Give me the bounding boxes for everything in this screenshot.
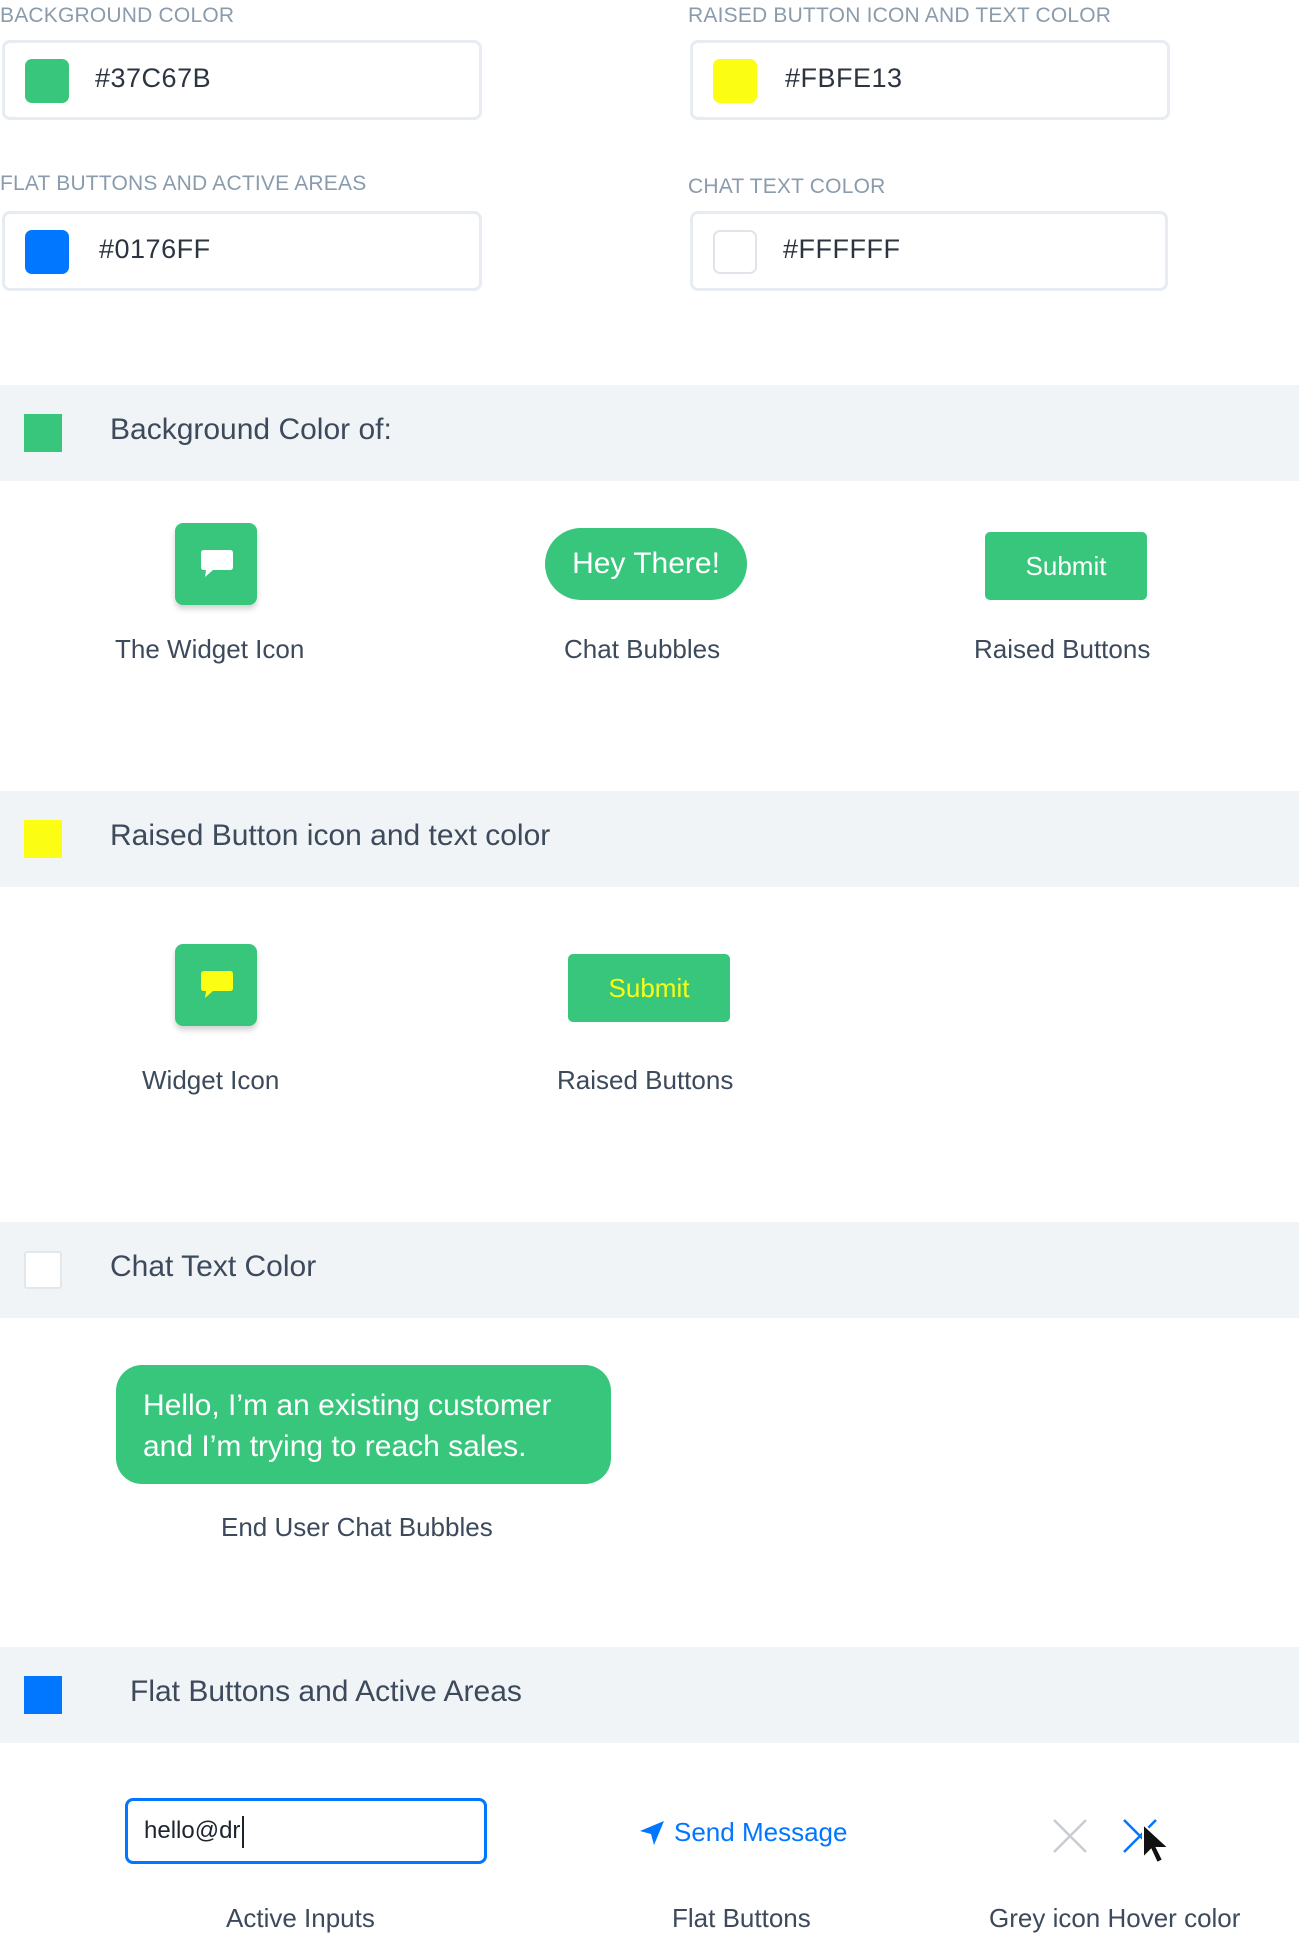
background-color-value[interactable]: #37C67B [95,63,211,94]
chat-bubble-line-2: and I’m trying to reach sales. [143,1430,527,1463]
chat-text-color-square [24,1251,62,1289]
section-background-title: Background Color of: [110,413,392,446]
send-arrow-icon[interactable] [638,1819,666,1847]
raised-button-color-value[interactable]: #FBFE13 [785,63,903,94]
chat-text-color-field[interactable]: #FFFFFF [690,211,1168,291]
flat-buttons-color-field[interactable]: #0176FF [2,211,482,291]
chat-text-color-swatch[interactable] [713,230,757,274]
widget-icon-caption-2: Widget Icon [142,1065,280,1095]
widget-icon-preview [175,523,257,605]
grey-icon-hover-caption: Grey icon Hover color [989,1903,1241,1933]
section-background-header: Background Color of: [0,385,1299,481]
end-user-chat-bubble: Hello, I’m an existing customer and I’m … [116,1365,611,1484]
flat-buttons-caption: Flat Buttons [672,1903,811,1933]
raised-button-color-field[interactable]: #FBFE13 [690,40,1170,120]
section-flat-title: Flat Buttons and Active Areas [130,1675,522,1708]
raised-buttons-caption: Raised Buttons [974,634,1151,664]
background-color-swatch[interactable] [25,59,69,103]
section-chat-text-title: Chat Text Color [110,1250,317,1283]
chat-bubble-line-1: Hello, I’m an existing customer [143,1389,552,1422]
chat-bubble-icon [201,971,233,998]
flat-color-square [24,1676,62,1714]
raised-button-color-swatch[interactable] [713,59,757,103]
active-input-field[interactable]: hello@dr [125,1798,487,1864]
chat-text-color-value[interactable]: #FFFFFF [783,234,900,265]
flat-buttons-color-value[interactable]: #0176FF [99,234,211,265]
section-flat-header: Flat Buttons and Active Areas [0,1647,1299,1743]
raised-color-square [24,820,62,858]
send-message-button[interactable]: Send Message [674,1817,847,1848]
widget-icon-caption: The Widget Icon [115,634,305,664]
raised-buttons-caption-2: Raised Buttons [557,1065,734,1095]
raised-button-color-label: RAISED BUTTON ICON AND TEXT COLOR [688,4,1112,27]
section-chat-text-header: Chat Text Color [0,1222,1299,1318]
flat-buttons-color-label: FLAT BUTTONS AND ACTIVE AREAS [0,172,367,195]
chat-bubble-preview: Hey There! [545,528,747,600]
flat-buttons-color-swatch[interactable] [25,230,69,274]
chat-bubble-icon [201,550,233,577]
submit-button-white[interactable]: Submit [985,532,1147,600]
active-inputs-caption: Active Inputs [226,1903,375,1933]
section-raised-header: Raised Button icon and text color [0,791,1299,887]
submit-button-yellow[interactable]: Submit [568,954,730,1022]
active-input-value[interactable]: hello@dr [144,1817,240,1845]
background-color-label: BACKGROUND COLOR [0,4,235,27]
chat-bubbles-caption: Chat Bubbles [564,634,721,664]
text-caret [242,1816,244,1848]
chat-text-color-label: CHAT TEXT COLOR [688,175,886,198]
close-icon[interactable] [1051,1817,1089,1855]
background-color-square [24,414,62,452]
widget-icon-yellow-preview [175,944,257,1026]
section-raised-title: Raised Button icon and text color [110,819,551,852]
mouse-pointer-icon [1140,1821,1174,1866]
end-user-chat-bubbles-caption: End User Chat Bubbles [221,1512,493,1542]
background-color-field[interactable]: #37C67B [2,40,482,120]
